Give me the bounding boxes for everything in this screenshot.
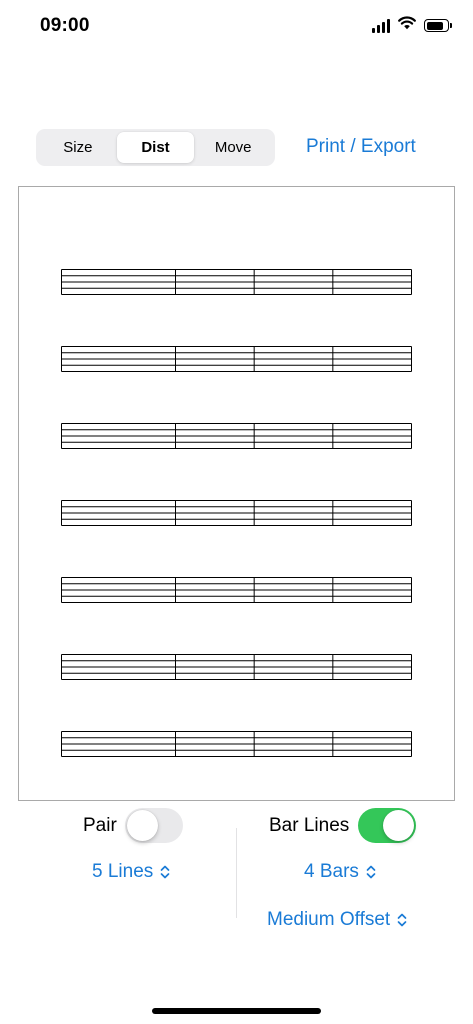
bar-lines-toggle[interactable] — [358, 808, 416, 843]
home-indicator[interactable] — [152, 1008, 321, 1014]
status-bar: 09:00 — [0, 0, 473, 52]
staff-paper-preview — [18, 186, 455, 801]
staff — [61, 346, 412, 372]
segment-dist[interactable]: Dist — [116, 132, 195, 163]
battery-icon — [424, 19, 452, 32]
offset-picker-label: Medium Offset — [267, 909, 391, 930]
wifi-icon — [398, 16, 416, 35]
pair-toggle-knob — [127, 810, 158, 841]
staff — [61, 654, 412, 680]
print-export-button[interactable]: Print / Export — [306, 136, 416, 158]
cellular-signal-icon — [372, 18, 390, 33]
bars-picker[interactable]: 4 Bars — [304, 861, 377, 883]
status-icons — [372, 16, 452, 35]
lines-picker[interactable]: 5 Lines — [92, 861, 171, 883]
pair-label: Pair — [83, 815, 117, 836]
chevron-up-down-icon — [160, 865, 170, 879]
segment-move[interactable]: Move — [194, 132, 272, 163]
offset-picker[interactable]: Medium Offset — [267, 909, 408, 931]
chevron-up-down-icon — [366, 865, 376, 879]
staff — [61, 577, 412, 603]
staff — [61, 731, 412, 757]
mode-segmented-control: Size Dist Move — [36, 129, 275, 166]
staff — [61, 269, 412, 295]
pair-toggle[interactable] — [125, 808, 183, 843]
staff — [61, 500, 412, 526]
bars-picker-label: 4 Bars — [304, 861, 359, 882]
bar-lines-label: Bar Lines — [269, 815, 350, 836]
app-screen: 09:00 Size Dist Move Print / Export Pair… — [0, 0, 473, 1024]
bar-lines-toggle-knob — [383, 810, 414, 841]
controls-divider — [236, 828, 237, 918]
chevron-up-down-icon — [397, 913, 407, 927]
lines-picker-label: 5 Lines — [92, 861, 154, 882]
segment-size[interactable]: Size — [39, 132, 117, 163]
battery-level — [426, 21, 443, 30]
status-time: 09:00 — [40, 15, 90, 36]
staff — [61, 423, 412, 449]
